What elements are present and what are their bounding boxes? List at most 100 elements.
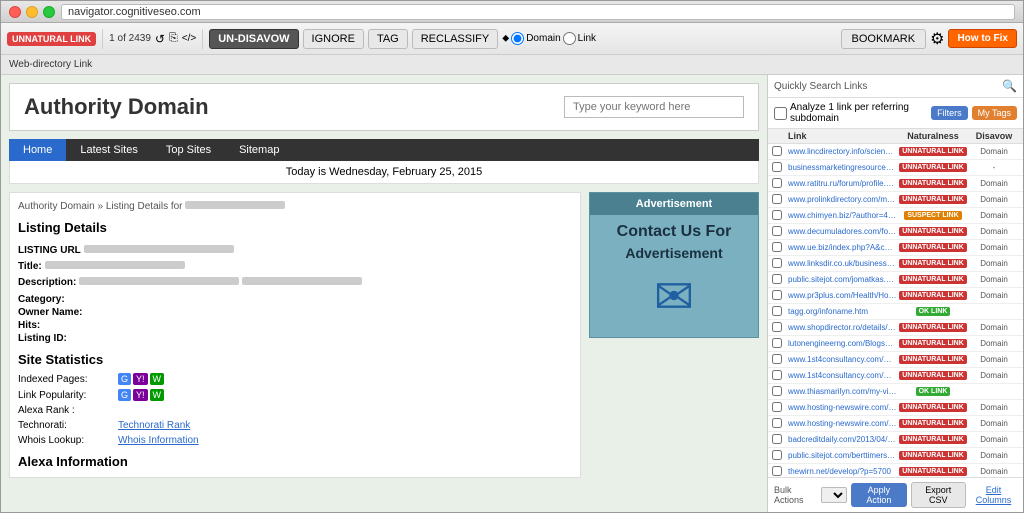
row-checkbox[interactable] [772, 226, 782, 236]
code-icon[interactable]: </> [182, 33, 196, 44]
minimize-button[interactable] [26, 6, 38, 18]
link-url[interactable]: tagg.org/infoname.htm [788, 307, 897, 316]
refresh-icon[interactable]: ↺ [155, 32, 165, 46]
copy-icon[interactable]: ⎘ [169, 32, 178, 45]
nav-top-sites[interactable]: Top Sites [152, 139, 225, 161]
link-row[interactable]: public.sitejot.com/berttimers.html UNNAT… [768, 448, 1023, 464]
keyword-input[interactable] [564, 96, 744, 118]
address-bar[interactable]: navigator.cognitiveseo.com [61, 4, 1015, 20]
link-url[interactable]: www.pr3plus.com/Health/Home/HealthyEduca… [788, 291, 897, 300]
ignore-button[interactable]: IGNORE [303, 29, 364, 49]
link-row[interactable]: www.shopdirector.ro/details/link-28171.h… [768, 320, 1023, 336]
link-row[interactable]: www.ratitru.ru/forum/profile.php?mode=vi… [768, 176, 1023, 192]
row-checkbox[interactable] [772, 146, 782, 156]
link-row[interactable]: www.chimyen.biz/?author=4635 SUSPECT LIN… [768, 208, 1023, 224]
link-row[interactable]: www.decumuladores.com/foros/members/fast… [768, 224, 1023, 240]
nav-counter: 1 of 2439 [109, 33, 151, 44]
link-row[interactable]: www.1st4consultancy.com/wordpress/page/5… [768, 352, 1023, 368]
link-url[interactable]: www.prolinkdirectory.com/more/logistics [788, 195, 897, 204]
search-button[interactable]: 🔍 [1002, 79, 1017, 93]
howtofx-button[interactable]: How to Fix [948, 29, 1017, 48]
link-row[interactable]: www.1st4consultancy.com/wordpress/page/5… [768, 368, 1023, 384]
row-checkbox[interactable] [772, 274, 782, 284]
row-checkbox[interactable] [772, 194, 782, 204]
row-checkbox[interactable] [772, 290, 782, 300]
link-option[interactable]: Link [563, 32, 596, 45]
apply-action-button[interactable]: Apply Action [851, 483, 907, 507]
link-url[interactable]: www.1st4consultancy.com/wordpress/page/5 [788, 371, 897, 380]
link-row[interactable]: www.ue.biz/index.php?A&c=470 UNNATURAL L… [768, 240, 1023, 256]
row-checkbox[interactable] [772, 402, 782, 412]
link-row[interactable]: tagg.org/infoname.htm OK LINK [768, 304, 1023, 320]
filters-button[interactable]: Filters [931, 106, 968, 120]
edit-columns-button[interactable]: Edit Columns [970, 485, 1017, 505]
bookmark-button[interactable]: BOOKMARK [841, 29, 927, 49]
tag-button[interactable]: TAG [368, 29, 408, 49]
technorati-link[interactable]: Technorati Rank [118, 420, 190, 431]
link-row[interactable]: www.pr3plus.com/Health/Home/HealthyEduca… [768, 288, 1023, 304]
undisavow-button[interactable]: UN-DISAVOW [209, 29, 298, 49]
reclassify-button[interactable]: RECLASSIFY [412, 29, 498, 49]
row-checkbox[interactable] [772, 242, 782, 252]
nav-latest-sites[interactable]: Latest Sites [66, 139, 151, 161]
bulk-actions-select[interactable] [821, 487, 847, 503]
row-checkbox[interactable] [772, 178, 782, 188]
row-checkbox[interactable] [772, 466, 782, 476]
link-row[interactable]: businessmarketingresources.net/?p=5447 U… [768, 160, 1023, 176]
link-url[interactable]: www.thiasmarilyn.com/my-videos.php?user_… [788, 387, 897, 396]
link-row[interactable]: www.thiasmarilyn.com/my-videos.php?user_… [768, 384, 1023, 400]
nav-sitemap[interactable]: Sitemap [225, 139, 293, 161]
link-row[interactable]: lutonengineerng.com/Blogs_and_Forums/bus… [768, 336, 1023, 352]
whois-link[interactable]: Whois Information [118, 435, 199, 446]
link-url[interactable]: businessmarketingresources.net/?p=5447 [788, 163, 897, 172]
authority-domain-title: Authority Domain [24, 94, 209, 120]
link-url[interactable]: www.linksdir.co.uk/business_and_economyt… [788, 259, 897, 268]
link-row[interactable]: www.linksdir.co.uk/business_and_economyt… [768, 256, 1023, 272]
close-button[interactable] [9, 6, 21, 18]
row-checkbox[interactable] [772, 306, 782, 316]
link-row[interactable]: www.hosting-newswire.com/?priD=96754 UNN… [768, 416, 1023, 432]
link-url[interactable]: badcreditdaily.com/2013/04/the-unstoppab… [788, 435, 897, 444]
link-row[interactable]: thewirn.net/develop/?p=5700 UNNATURAL LI… [768, 464, 1023, 477]
row-checkbox[interactable] [772, 338, 782, 348]
link-url[interactable]: www.shopdirector.ro/details/link-28171.h… [788, 323, 897, 332]
analyze-checkbox-label[interactable]: Analyze 1 link per referring subdomain [774, 102, 927, 124]
link-url[interactable]: public.sitejot.com/berttimers.html [788, 451, 897, 460]
link-row[interactable]: public.sitejot.com/jomatkas.html UNNATUR… [768, 272, 1023, 288]
mytags-button[interactable]: My Tags [972, 106, 1017, 120]
link-url[interactable]: public.sitejot.com/jomatkas.html [788, 275, 897, 284]
naturalness-badge: UNNATURAL LINK [897, 467, 969, 476]
naturalness-badge: OK LINK [897, 387, 969, 396]
row-checkbox[interactable] [772, 386, 782, 396]
link-row[interactable]: www.hosting-newswire.com/?priD=96754 UNN… [768, 400, 1023, 416]
link-url[interactable]: www.1st4consultancy.com/wordpress/page/5 [788, 355, 897, 364]
link-url[interactable]: www.ue.biz/index.php?A&c=470 [788, 243, 897, 252]
nav-home[interactable]: Home [9, 139, 66, 161]
link-url[interactable]: www.lincdirectory.info/science_and_techn… [788, 147, 897, 156]
domain-option[interactable]: Domain [511, 32, 560, 45]
row-checkbox[interactable] [772, 258, 782, 268]
link-url[interactable]: www.hosting-newswire.com/?priD=96754 [788, 419, 897, 428]
row-checkbox[interactable] [772, 370, 782, 380]
analyze-checkbox[interactable] [774, 107, 787, 120]
settings-icon[interactable]: ⚙ [930, 29, 944, 49]
export-csv-button[interactable]: Export CSV [911, 482, 966, 508]
row-checkbox[interactable] [772, 210, 782, 220]
maximize-button[interactable] [43, 6, 55, 18]
link-url[interactable]: thewirn.net/develop/?p=5700 [788, 467, 897, 476]
link-row[interactable]: badcreditdaily.com/2013/04/the-unstoppab… [768, 432, 1023, 448]
link-url[interactable]: www.decumuladores.com/foros/members/fast [788, 227, 897, 236]
link-url[interactable]: www.chimyen.biz/?author=4635 [788, 211, 897, 220]
row-checkbox[interactable] [772, 434, 782, 444]
row-checkbox[interactable] [772, 450, 782, 460]
link-row[interactable]: www.prolinkdirectory.com/more/logistics … [768, 192, 1023, 208]
row-checkbox[interactable] [772, 354, 782, 364]
link-url[interactable]: www.hosting-newswire.com/?priD=96754 [788, 403, 897, 412]
link-url[interactable]: www.ratitru.ru/forum/profile.php?mode=vi… [788, 179, 897, 188]
link-row[interactable]: www.lincdirectory.info/science_and_techn… [768, 144, 1023, 160]
row-checkbox[interactable] [772, 322, 782, 332]
naturalness-badge: UNNATURAL LINK [897, 179, 969, 188]
link-url[interactable]: lutonengineerng.com/Blogs_and_Forums/bus… [788, 339, 897, 348]
row-checkbox[interactable] [772, 162, 782, 172]
row-checkbox[interactable] [772, 418, 782, 428]
